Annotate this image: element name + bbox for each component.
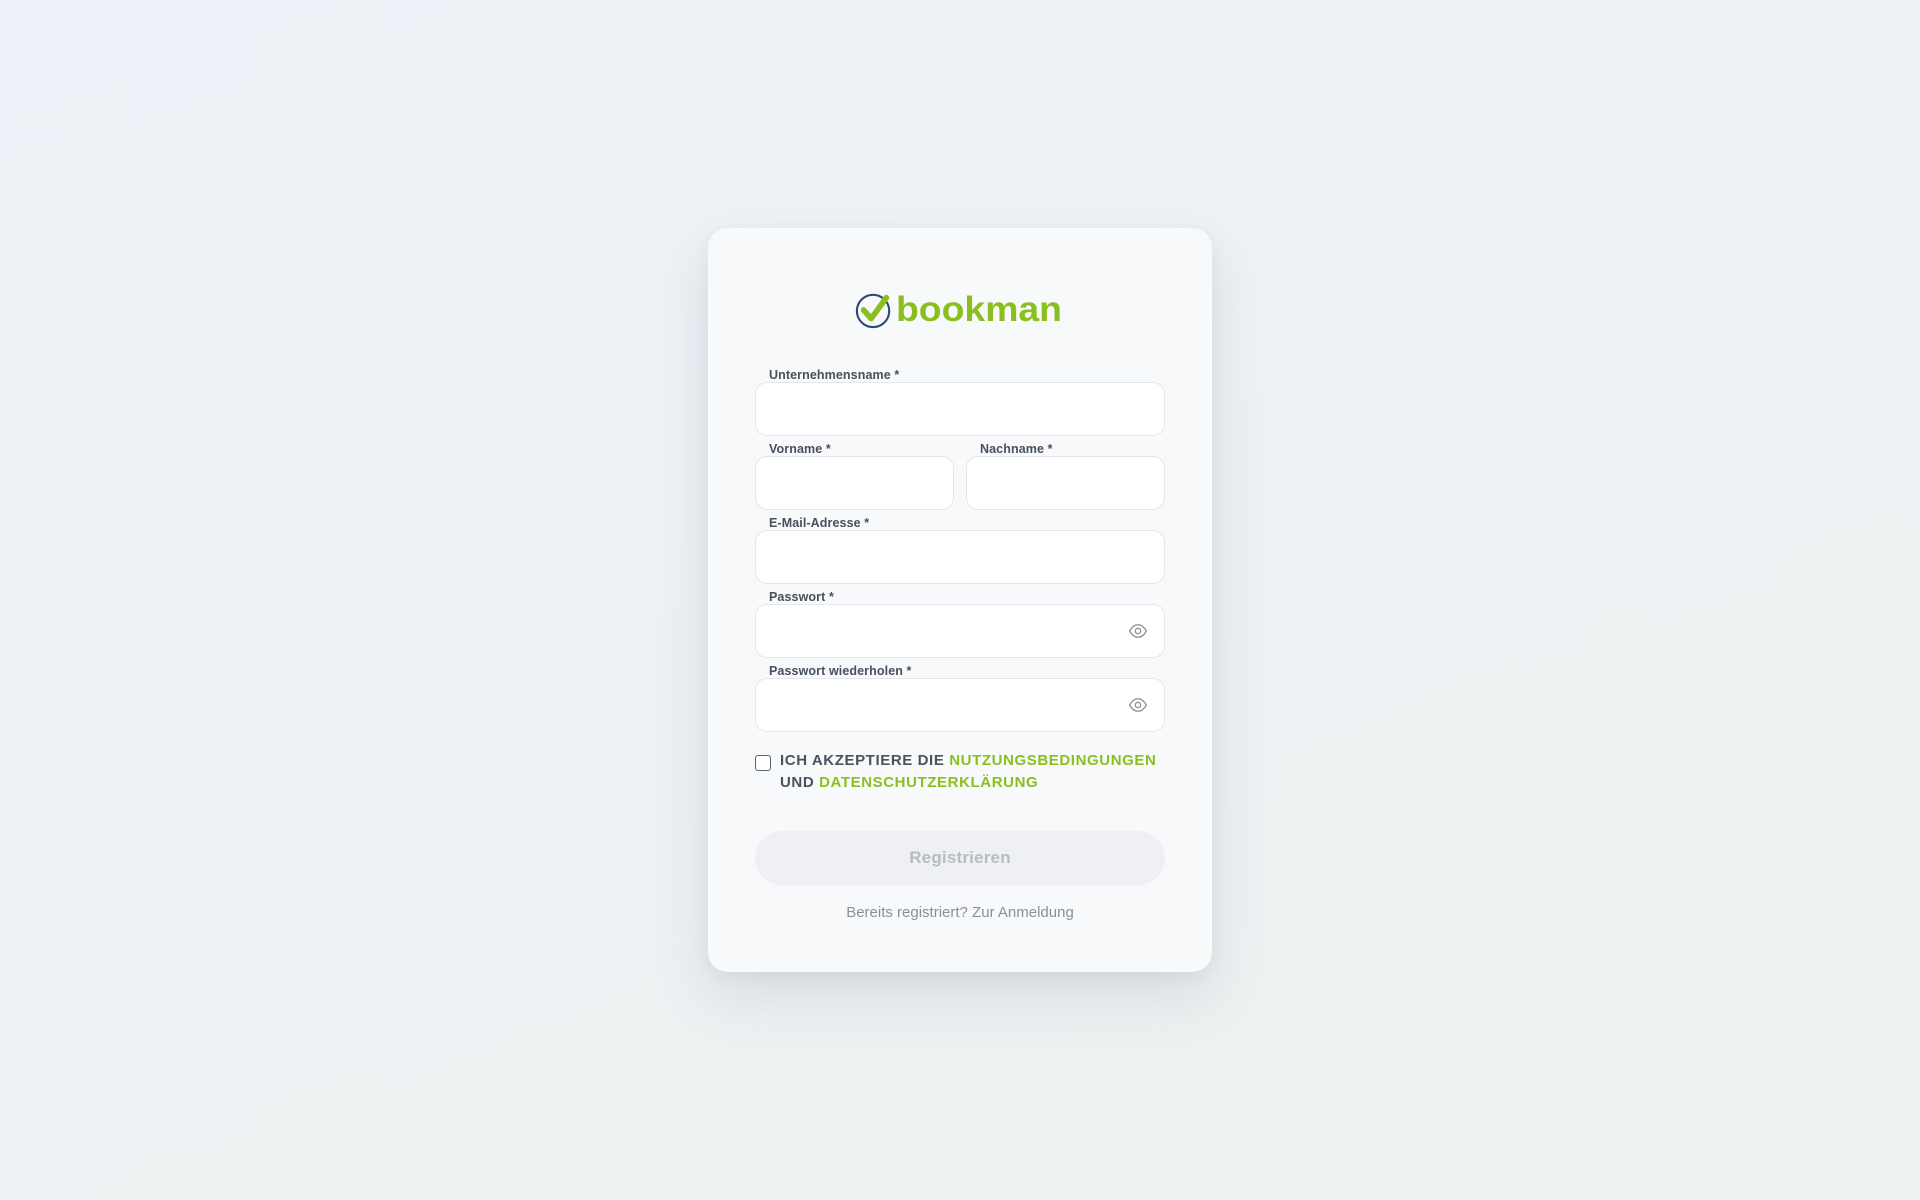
last-name-input[interactable] xyxy=(966,456,1165,510)
terms-middle: UND xyxy=(780,774,820,791)
password-field: Passwort * xyxy=(755,590,1165,658)
password-repeat-input[interactable] xyxy=(755,678,1165,732)
terms-text: ICH AKZEPTIERE DIE NUTZUNGSBEDINGUNGEN U… xyxy=(780,750,1156,794)
registration-card: bookman Unternehmensname * Vorname * Nac… xyxy=(708,228,1212,972)
password-label: Passwort * xyxy=(769,590,834,604)
terms-checkbox[interactable] xyxy=(755,755,771,771)
terms-consent: ICH AKZEPTIERE DIE NUTZUNGSBEDINGUNGEN U… xyxy=(755,752,1175,794)
email-label: E-Mail-Adresse * xyxy=(769,516,870,530)
first-name-field: Vorname * xyxy=(755,442,954,510)
register-button[interactable]: Registrieren xyxy=(755,831,1165,885)
eye-icon[interactable] xyxy=(1127,621,1149,641)
email-field: E-Mail-Adresse * xyxy=(755,516,1165,584)
password-input[interactable] xyxy=(755,604,1165,658)
password-repeat-field: Passwort wiederholen * xyxy=(755,664,1165,732)
privacy-policy-link[interactable]: DATENSCHUTZERKLÄRUNG xyxy=(819,774,1038,791)
company-input[interactable] xyxy=(755,382,1165,436)
brand-name: bookman xyxy=(896,293,1062,327)
eye-icon[interactable] xyxy=(1127,695,1149,715)
last-name-field: Nachname * xyxy=(966,442,1165,510)
check-circle-icon xyxy=(855,293,891,329)
brand-wordmark: bookman xyxy=(896,293,1062,327)
brand-logo: bookman xyxy=(855,290,1062,330)
password-repeat-label: Passwort wiederholen * xyxy=(769,664,912,678)
login-link[interactable]: Bereits registriert? Zur Anmeldung xyxy=(708,904,1212,921)
company-label: Unternehmensname * xyxy=(769,368,900,382)
terms-prefix: ICH AKZEPTIERE DIE xyxy=(780,752,950,769)
first-name-input[interactable] xyxy=(755,456,954,510)
email-input[interactable] xyxy=(755,530,1165,584)
company-field: Unternehmensname * xyxy=(755,368,1165,436)
terms-of-use-link[interactable]: NUTZUNGSBEDINGUNGEN xyxy=(949,752,1156,769)
first-name-label: Vorname * xyxy=(769,442,831,456)
last-name-label: Nachname * xyxy=(980,442,1053,456)
